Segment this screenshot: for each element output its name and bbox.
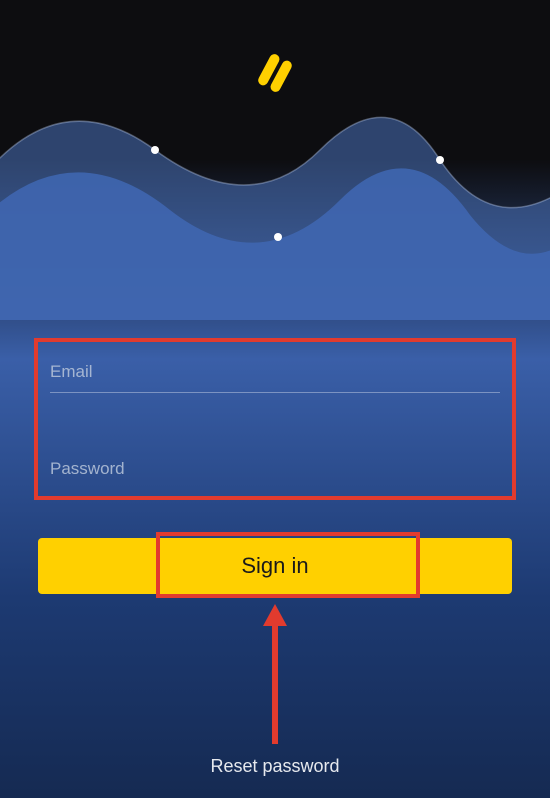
reset-password-link[interactable]: Reset password [210, 756, 339, 777]
app-logo-icon [250, 48, 300, 98]
email-field[interactable] [50, 356, 500, 393]
password-field-wrap [50, 453, 500, 489]
password-field[interactable] [50, 453, 500, 489]
email-field-wrap [50, 356, 500, 393]
signin-button-wrap: Sign in [38, 538, 512, 594]
annotation-arrow [261, 604, 289, 744]
login-form-highlight [34, 338, 516, 500]
signin-button[interactable]: Sign in [38, 538, 512, 594]
